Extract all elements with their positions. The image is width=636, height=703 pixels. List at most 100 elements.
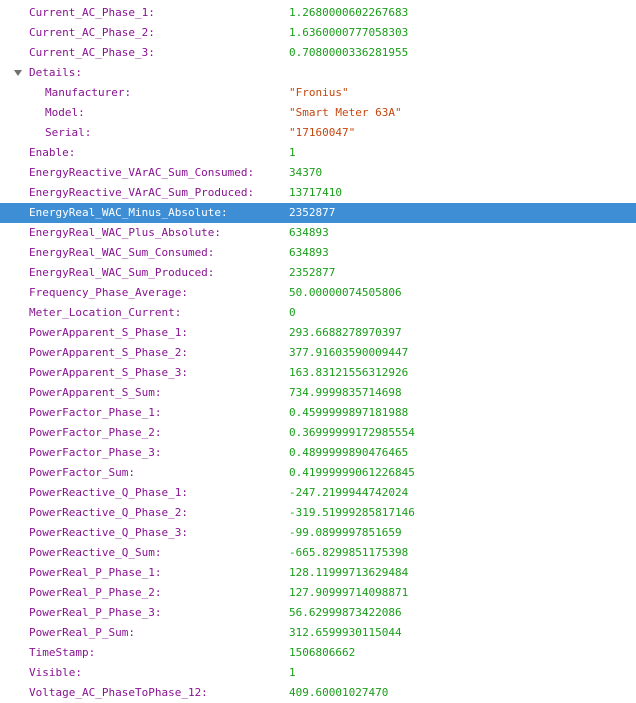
json-value: 56.62999873422086 xyxy=(289,606,402,619)
json-key: Model: xyxy=(45,106,85,119)
json-value: 128.11999713629484 xyxy=(289,566,409,579)
json-key: EnergyReal_WAC_Sum_Produced: xyxy=(29,266,215,279)
json-key: Voltage_AC_PhaseToPhase_12: xyxy=(29,686,208,699)
json-row[interactable]: PowerApparent_S_Phase_1: 293.668827897039… xyxy=(0,323,636,343)
json-key: Current_AC_Phase_3: xyxy=(29,46,155,59)
json-row[interactable]: PowerApparent_S_Sum: 734.9999835714698 xyxy=(0,383,636,403)
json-row[interactable]: PowerFactor_Phase_3: 0.4899999890476465 xyxy=(0,443,636,463)
json-value: 293.6688278970397 xyxy=(289,326,402,339)
json-key: Current_AC_Phase_2: xyxy=(29,26,155,39)
json-value: 1 xyxy=(289,666,296,679)
json-key: EnergyReactive_VArAC_Sum_Consumed: xyxy=(29,166,255,179)
json-key: EnergyReal_WAC_Plus_Absolute: xyxy=(29,226,222,239)
json-key: Details: xyxy=(29,66,82,79)
json-value: 0.4899999890476465 xyxy=(289,446,409,459)
json-row[interactable]: PowerReal_P_Phase_3: 56.62999873422086 xyxy=(0,603,636,623)
json-key: PowerReal_P_Phase_3: xyxy=(29,606,162,619)
json-row[interactable]: Model: "Smart Meter 63A" xyxy=(0,103,636,123)
json-key: PowerReal_P_Phase_2: xyxy=(29,586,162,599)
json-value: 163.83121556312926 xyxy=(289,366,409,379)
json-row[interactable]: Frequency_Phase_Average: 50.0000007450580… xyxy=(0,283,636,303)
json-row[interactable]: PowerApparent_S_Phase_2: 377.916035900094… xyxy=(0,343,636,363)
json-value: 127.90999714098871 xyxy=(289,586,409,599)
json-key: PowerReactive_Q_Phase_3: xyxy=(29,526,188,539)
json-row[interactable]: Meter_Location_Current: 0 xyxy=(0,303,636,323)
json-key: Current_AC_Phase_1: xyxy=(29,6,155,19)
json-key: PowerApparent_S_Sum: xyxy=(29,386,162,399)
json-value: "17160047" xyxy=(289,126,356,139)
json-value: 50.00000074505806 xyxy=(289,286,402,299)
json-value: 2352877 xyxy=(289,266,336,279)
json-row[interactable]: Visible: 1 xyxy=(0,663,636,683)
json-row[interactable]: EnergyReactive_VArAC_Sum_Produced: 137174… xyxy=(0,183,636,203)
json-row[interactable]: PowerFactor_Phase_1: 0.4599999897181988 xyxy=(0,403,636,423)
json-row[interactable]: Manufacturer: "Fronius" xyxy=(0,83,636,103)
json-value: -99.0899997851659 xyxy=(289,526,402,539)
json-row[interactable]: PowerReal_P_Phase_1: 128.11999713629484 xyxy=(0,563,636,583)
json-key: Meter_Location_Current: xyxy=(29,306,182,319)
json-key: PowerReal_P_Sum: xyxy=(29,626,135,639)
json-value: 0.36999999172985554 xyxy=(289,426,415,439)
json-row[interactable]: Current_AC_Phase_1: 1.2680000602267683 xyxy=(0,3,636,23)
json-row[interactable]: Current_AC_Phase_2: 1.6360000777058303 xyxy=(0,23,636,43)
json-row-partial[interactable]: Voltage_AC_PhaseToPhase_12: 409.60001027… xyxy=(0,683,636,703)
json-value: 13717410 xyxy=(289,186,342,199)
json-row[interactable]: PowerFactor_Phase_2: 0.36999999172985554 xyxy=(0,423,636,443)
json-key: PowerApparent_S_Phase_1: xyxy=(29,326,188,339)
json-row[interactable]: PowerReactive_Q_Phase_2: -319.51999285817… xyxy=(0,503,636,523)
json-key: PowerReactive_Q_Phase_2: xyxy=(29,506,188,519)
json-value: 377.91603590009447 xyxy=(289,346,409,359)
json-row[interactable]: Current_AC_Phase_3: 0.7080000336281955 xyxy=(0,43,636,63)
json-value: 1.2680000602267683 xyxy=(289,6,409,19)
json-row[interactable]: Serial: "17160047" xyxy=(0,123,636,143)
json-row[interactable]: PowerReactive_Q_Sum: -665.8299851175398 xyxy=(0,543,636,563)
json-row[interactable]: EnergyReal_WAC_Minus_Absolute: 2352877 xyxy=(0,203,636,223)
json-key: PowerFactor_Phase_3: xyxy=(29,446,162,459)
json-value: 734.9999835714698 xyxy=(289,386,402,399)
json-row[interactable]: EnergyReal_WAC_Sum_Produced: 2352877 xyxy=(0,263,636,283)
json-object-row-details[interactable]: Details: xyxy=(0,63,636,83)
json-value: 2352877 xyxy=(289,206,336,219)
json-key: PowerReal_P_Phase_1: xyxy=(29,566,162,579)
json-key: PowerFactor_Phase_1: xyxy=(29,406,162,419)
json-value: 312.6599930115044 xyxy=(289,626,402,639)
json-value: 1 xyxy=(289,146,296,159)
json-key: PowerReactive_Q_Phase_1: xyxy=(29,486,188,499)
json-key: PowerFactor_Sum: xyxy=(29,466,135,479)
json-value: 0.7080000336281955 xyxy=(289,46,409,59)
json-key: Enable: xyxy=(29,146,76,159)
json-row[interactable]: PowerReal_P_Phase_2: 127.90999714098871 xyxy=(0,583,636,603)
json-value: 634893 xyxy=(289,246,329,259)
json-value: "Smart Meter 63A" xyxy=(289,106,402,119)
json-row[interactable]: PowerReactive_Q_Phase_1: -247.21999447420… xyxy=(0,483,636,503)
json-key: TimeStamp: xyxy=(29,646,96,659)
json-key: Manufacturer: xyxy=(45,86,132,99)
json-key: PowerFactor_Phase_2: xyxy=(29,426,162,439)
json-value: -247.2199944742024 xyxy=(289,486,409,499)
json-value: -319.51999285817146 xyxy=(289,506,415,519)
json-viewer: Current_AC_Phase_1: 1.2680000602267683 Cur… xyxy=(0,3,636,692)
json-value: 409.60001027470 xyxy=(289,686,389,699)
json-value: 1506806662 xyxy=(289,646,356,659)
json-row[interactable]: Enable: 1 xyxy=(0,143,636,163)
json-key: EnergyReal_WAC_Minus_Absolute: xyxy=(29,206,228,219)
json-row[interactable]: EnergyReal_WAC_Plus_Absolute: 634893 xyxy=(0,223,636,243)
json-row[interactable]: EnergyReactive_VArAC_Sum_Consumed: 34370 xyxy=(0,163,636,183)
triangle-shape xyxy=(14,70,22,76)
json-value: 34370 xyxy=(289,166,323,179)
json-row[interactable]: PowerApparent_S_Phase_3: 163.831215563129… xyxy=(0,363,636,383)
json-key: Serial: xyxy=(45,126,92,139)
json-value: 634893 xyxy=(289,226,329,239)
json-key: EnergyReal_WAC_Sum_Consumed: xyxy=(29,246,215,259)
triangle-down-icon[interactable] xyxy=(12,63,24,83)
json-row[interactable]: EnergyReal_WAC_Sum_Consumed: 634893 xyxy=(0,243,636,263)
json-row[interactable]: TimeStamp: 1506806662 xyxy=(0,643,636,663)
json-row[interactable]: PowerReactive_Q_Phase_3: -99.089999785165… xyxy=(0,523,636,543)
json-row[interactable]: PowerReal_P_Sum: 312.6599930115044 xyxy=(0,623,636,643)
json-key: Visible: xyxy=(29,666,82,679)
json-key: PowerApparent_S_Phase_3: xyxy=(29,366,188,379)
json-row[interactable]: PowerFactor_Sum: 0.41999999061226845 xyxy=(0,463,636,483)
json-key: PowerReactive_Q_Sum: xyxy=(29,546,162,559)
json-value: 1.6360000777058303 xyxy=(289,26,409,39)
json-value: 0.41999999061226845 xyxy=(289,466,415,479)
